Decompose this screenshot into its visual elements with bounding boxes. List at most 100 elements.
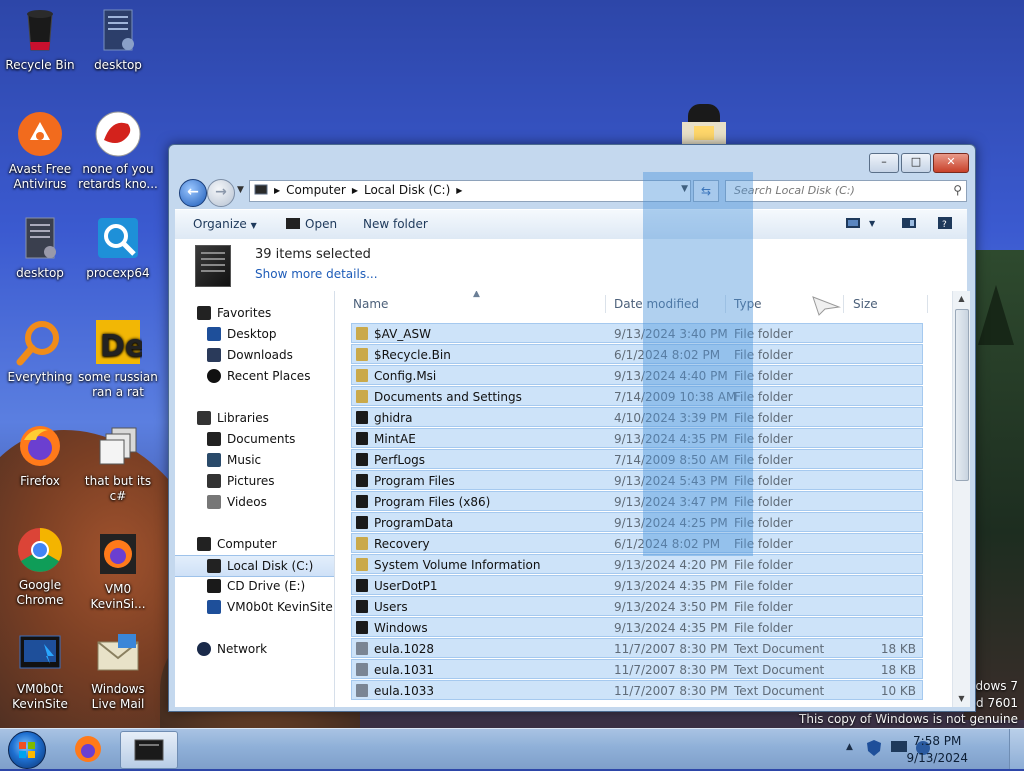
nav-favorites[interactable]: Favorites <box>175 303 334 323</box>
file-row[interactable]: $Recycle.Bin 6/1/2024 8:02 PM File folder <box>351 344 923 364</box>
start-button[interactable] <box>8 731 46 769</box>
shield-icon[interactable] <box>866 739 882 760</box>
nav-cd-drive[interactable]: CD Drive (E:) <box>175 576 334 596</box>
desktop-icon-vm0-kevinsi[interactable]: VM0 KevinSi... <box>78 530 158 612</box>
preview-pane-icon[interactable] <box>901 216 917 230</box>
file-row[interactable]: Users 9/13/2024 3:50 PM File folder <box>351 596 923 616</box>
address-dropdown-icon[interactable]: ▼ <box>681 184 688 194</box>
close-button[interactable]: ✕ <box>933 153 969 173</box>
desktop-icon-desktop-2[interactable]: desktop <box>0 214 80 281</box>
locked-folder-icon <box>356 348 368 361</box>
maximize-button[interactable]: □ <box>901 153 931 173</box>
file-type: File folder <box>734 579 793 593</box>
desktop-icon-everything[interactable]: Everything <box>0 318 80 385</box>
nav-vm0b0t[interactable]: VM0b0t KevinSite <box>175 597 334 617</box>
column-header-size[interactable]: Size <box>853 297 878 311</box>
nav-videos[interactable]: Videos <box>175 492 334 512</box>
desktop-icon-chrome[interactable]: Google Chrome <box>0 526 80 608</box>
taskbar-firefox-button[interactable] <box>60 731 116 767</box>
address-bar[interactable]: ▶ Computer ▶ Local Disk (C:) ▶ ▼ <box>249 180 691 202</box>
help-icon[interactable]: ? <box>937 216 953 230</box>
file-row[interactable]: eula.1033 11/7/2007 8:30 PM Text Document 1… <box>351 680 923 700</box>
folder-icon <box>356 495 368 508</box>
clock-time: 7:58 PM <box>913 734 962 748</box>
show-more-details-link[interactable]: Show more details... <box>255 267 378 281</box>
refresh-button[interactable]: ⇆ <box>693 180 719 202</box>
tray-expand-icon[interactable]: ▲ <box>846 742 853 752</box>
desktop-icon-none-of-you[interactable]: none of you retards kno... <box>78 110 158 192</box>
file-type: File folder <box>734 348 793 362</box>
nav-downloads[interactable]: Downloads <box>175 345 334 365</box>
nav-music[interactable]: Music <box>175 450 334 470</box>
nav-desktop[interactable]: Desktop <box>175 324 334 344</box>
nav-local-disk[interactable]: Local Disk (C:) <box>175 555 334 577</box>
file-row[interactable]: MintAE 9/13/2024 4:35 PM File folder <box>351 428 923 448</box>
desktop-icon-avast[interactable]: Avast Free Antivirus <box>0 110 80 192</box>
nav-computer[interactable]: Computer <box>175 534 334 554</box>
scroll-up-icon[interactable]: ▲ <box>953 291 970 307</box>
cd-drive-icon <box>207 579 221 593</box>
desktop-icon-desktop-1[interactable]: desktop <box>78 6 158 73</box>
desktop-icon-procexp64[interactable]: procexp64 <box>78 214 158 281</box>
back-button[interactable]: ← <box>179 179 207 207</box>
nav-libraries[interactable]: Libraries <box>175 408 334 428</box>
nav-documents[interactable]: Documents <box>175 429 334 449</box>
file-row[interactable]: Windows 9/13/2024 4:35 PM File folder <box>351 617 923 637</box>
desktop-icon-that-but-its-csharp[interactable]: that but its c# <box>78 422 158 504</box>
scrollbar-thumb[interactable] <box>955 309 969 481</box>
column-header-name[interactable]: Name <box>353 297 388 311</box>
multiple-items-icon <box>195 245 231 287</box>
nav-label: Libraries <box>217 411 269 425</box>
clock[interactable]: 7:58 PM 9/13/2024 <box>906 733 968 767</box>
breadcrumb-computer[interactable]: Computer <box>286 183 346 197</box>
file-date: 7/14/2009 8:50 AM <box>614 453 729 467</box>
file-row[interactable]: eula.1028 11/7/2007 8:30 PM Text Document 1… <box>351 638 923 658</box>
show-desktop-button[interactable] <box>1009 729 1024 769</box>
minimize-button[interactable]: – <box>869 153 899 173</box>
desktop-icon-label: desktop <box>94 58 142 72</box>
file-row[interactable]: Program Files (x86) 9/13/2024 3:47 PM File… <box>351 491 923 511</box>
taskbar-explorer-button[interactable] <box>120 731 178 769</box>
desktop-icon-windows-live-mail[interactable]: Windows Live Mail <box>78 630 158 712</box>
nav-recent-places[interactable]: Recent Places <box>175 366 334 386</box>
file-row[interactable]: UserDotP1 9/13/2024 4:35 PM File folder <box>351 575 923 595</box>
column-header-date[interactable]: Date modified <box>614 297 699 311</box>
file-date: 9/13/2024 5:43 PM <box>614 474 728 488</box>
display-icon[interactable] <box>890 739 908 758</box>
new-folder-button[interactable]: New folder <box>363 217 428 231</box>
file-row[interactable]: eula.1031 11/7/2007 8:30 PM Text Document 1… <box>351 659 923 679</box>
open-button[interactable]: Open <box>305 217 337 231</box>
desktop-icon-label: that but its c# <box>84 474 152 503</box>
file-date: 11/7/2007 8:30 PM <box>614 642 728 656</box>
file-name: ProgramData <box>374 516 454 530</box>
chrome-icon <box>16 526 64 574</box>
file-row[interactable]: Program Files 9/13/2024 5:43 PM File folde… <box>351 470 923 490</box>
recent-pages-dropdown[interactable]: ▼ <box>237 185 244 195</box>
file-row[interactable]: Recovery 6/1/2024 8:02 PM File folder <box>351 533 923 553</box>
file-row[interactable]: ghidra 4/10/2024 3:39 PM File folder <box>351 407 923 427</box>
file-date: 9/13/2024 3:50 PM <box>614 600 728 614</box>
file-row[interactable]: ProgramData 9/13/2024 4:25 PM File folder <box>351 512 923 532</box>
desktop-icon-vm0b0t-kevinsite[interactable]: VM0b0t KevinSite <box>0 630 80 712</box>
column-header-type[interactable]: Type <box>734 297 762 311</box>
file-row[interactable]: PerfLogs 7/14/2009 8:50 AM File folder <box>351 449 923 469</box>
lighthouse-image <box>678 104 730 146</box>
file-row[interactable]: System Volume Information 9/13/2024 4:20 … <box>351 554 923 574</box>
change-view-icon[interactable] <box>845 216 861 230</box>
text-file-icon <box>356 642 368 655</box>
organize-button[interactable]: Organize ▼ <box>193 217 257 231</box>
desktop-icon-firefox[interactable]: Firefox <box>0 422 80 489</box>
nav-network[interactable]: Network <box>175 639 334 659</box>
desktop-icon-some-russian[interactable]: De some russian ran a rat <box>78 318 158 400</box>
vertical-scrollbar[interactable]: ▲ ▼ <box>952 291 970 707</box>
file-row[interactable]: Config.Msi 9/13/2024 4:40 PM File folder <box>351 365 923 385</box>
search-input[interactable]: Search Local Disk (C:) ⚲ <box>725 180 967 202</box>
forward-button[interactable]: → <box>207 179 235 207</box>
view-options-dropdown[interactable]: ▼ <box>869 219 875 228</box>
file-row[interactable]: Documents and Settings 7/14/2009 10:38 AM… <box>351 386 923 406</box>
nav-pictures[interactable]: Pictures <box>175 471 334 491</box>
desktop-icon-recycle-bin[interactable]: Recycle Bin <box>0 6 80 73</box>
file-row[interactable]: $AV_ASW 9/13/2024 3:40 PM File folder <box>351 323 923 343</box>
scroll-down-icon[interactable]: ▼ <box>953 691 970 707</box>
breadcrumb-local-disk[interactable]: Local Disk (C:) <box>364 183 450 197</box>
